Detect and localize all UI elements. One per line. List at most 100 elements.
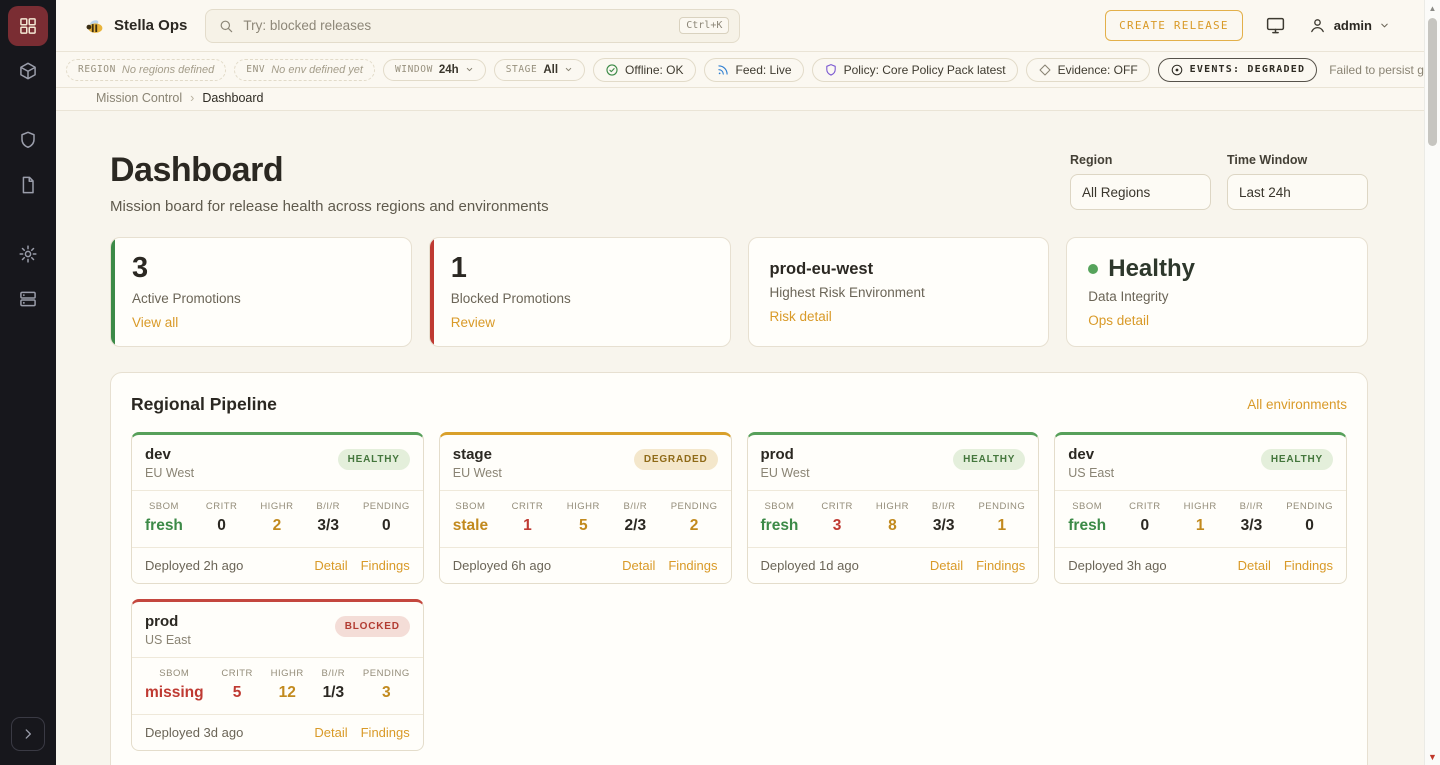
- time-window-select[interactable]: Last 24h: [1227, 174, 1368, 210]
- stat-card-blocked-promotions: 1 Blocked Promotions Review: [429, 237, 731, 347]
- env-metric-critr: CRITR0: [1129, 501, 1161, 535]
- env-findings-link[interactable]: Findings: [361, 558, 410, 573]
- policy-status-text: Policy: Core Policy Pack latest: [844, 63, 1006, 77]
- pipeline-head: Regional Pipeline All environments: [131, 394, 1347, 415]
- region-filter: Region All Regions: [1070, 153, 1211, 210]
- environment-card: dev US East HEALTHY SBOMfreshCRITR0HIGHR…: [1054, 432, 1347, 584]
- env-status-badge: DEGRADED: [634, 449, 718, 470]
- env-findings-link[interactable]: Findings: [1284, 558, 1333, 573]
- env-card-header: stage EU West DEGRADED: [440, 435, 731, 491]
- sidebar-item-settings[interactable]: [8, 234, 48, 274]
- env-metric-highr: HIGHR8: [876, 501, 909, 535]
- env-card-header: dev US East HEALTHY: [1055, 435, 1346, 491]
- env-name: dev: [145, 446, 194, 463]
- review-link[interactable]: Review: [451, 315, 495, 330]
- env-status-badge: HEALTHY: [338, 449, 410, 470]
- brand: Stella Ops: [84, 15, 187, 36]
- env-metric-critr: CRITR5: [221, 668, 253, 702]
- global-search[interactable]: Ctrl+K: [205, 9, 740, 43]
- ops-detail-link[interactable]: Ops detail: [1088, 313, 1149, 328]
- page-title: Dashboard: [110, 153, 549, 189]
- env-deployed: Deployed 3h ago: [1068, 558, 1166, 573]
- page-subtitle: Mission board for release health across …: [110, 198, 549, 215]
- sidebar-expand-button[interactable]: [11, 717, 45, 751]
- env-metric-bir: B/I/R3/3: [1240, 501, 1264, 535]
- env-metric-bir: B/I/R3/3: [932, 501, 956, 535]
- env-metric-bir: B/I/R3/3: [316, 501, 340, 535]
- scroll-up-arrow-icon[interactable]: ▲: [1425, 4, 1440, 13]
- env-metrics: SBOMfreshCRITR3HIGHR8B/I/R3/3PENDING1: [748, 491, 1039, 548]
- env-metrics: SBOMmissingCRITR5HIGHR12B/I/R1/3PENDING3: [132, 658, 423, 715]
- environment-card: dev EU West HEALTHY SBOMfreshCRITR0HIGHR…: [131, 432, 424, 584]
- context-warning-text: Failed to persist global context prefere…: [1329, 63, 1424, 77]
- user-menu[interactable]: admin: [1308, 16, 1390, 35]
- env-name: stage: [453, 446, 502, 463]
- stage-context-dropdown[interactable]: STAGE All: [494, 59, 585, 81]
- env-detail-link[interactable]: Detail: [314, 558, 347, 573]
- env-identity: stage EU West: [453, 446, 502, 480]
- bee-logo-icon: [84, 15, 105, 36]
- stage-pill-value: All: [543, 64, 558, 76]
- env-pill-label: ENV: [246, 64, 265, 75]
- env-card-footer: Deployed 3d ago DetailFindings: [132, 715, 423, 750]
- feed-status-pill: Feed: Live: [704, 58, 804, 82]
- rss-icon: [716, 63, 730, 77]
- env-context-pill[interactable]: ENV No env defined yet: [234, 59, 375, 81]
- window-pill-value: 24h: [439, 64, 459, 76]
- env-region: EU West: [453, 466, 502, 480]
- document-icon: [18, 175, 38, 195]
- env-metric-bir: B/I/R1/3: [322, 668, 346, 702]
- risk-detail-link[interactable]: Risk detail: [770, 309, 832, 324]
- window-context-dropdown[interactable]: WINDOW 24h: [383, 59, 486, 81]
- all-environments-link[interactable]: All environments: [1247, 397, 1347, 412]
- region-select[interactable]: All Regions: [1070, 174, 1211, 210]
- display-button[interactable]: [1265, 15, 1286, 36]
- sidebar-item-releases[interactable]: [8, 51, 48, 91]
- env-findings-link[interactable]: Findings: [976, 558, 1025, 573]
- env-metric-pending: PENDING0: [363, 501, 410, 535]
- environment-card: prod US East BLOCKED SBOMmissingCRITR5HI…: [131, 599, 424, 751]
- stat-label: Active Promotions: [132, 291, 393, 306]
- env-card-header: prod EU West HEALTHY: [748, 435, 1039, 491]
- env-detail-link[interactable]: Detail: [622, 558, 655, 573]
- chevron-down-icon: [465, 65, 474, 74]
- env-detail-link[interactable]: Detail: [1238, 558, 1271, 573]
- policy-status-pill: Policy: Core Policy Pack latest: [812, 58, 1018, 82]
- env-metric-pending: PENDING0: [1286, 501, 1333, 535]
- evidence-status-pill: Evidence: OFF: [1026, 58, 1150, 82]
- env-links: Detail Findings: [622, 558, 717, 573]
- scrollbar-thumb[interactable]: [1428, 18, 1437, 146]
- region-context-pill[interactable]: REGION No regions defined: [66, 59, 226, 81]
- sidebar-item-infrastructure[interactable]: [8, 279, 48, 319]
- env-metric-highr: HIGHR1: [1184, 501, 1217, 535]
- brand-name: Stella Ops: [114, 17, 187, 34]
- env-links: Detail Findings: [1238, 558, 1333, 573]
- env-findings-link[interactable]: Findings: [668, 558, 717, 573]
- stage-pill-label: STAGE: [506, 64, 538, 75]
- page-title-block: Dashboard Mission board for release heal…: [110, 153, 549, 215]
- vertical-scrollbar[interactable]: ▲ ▼: [1424, 0, 1440, 765]
- sidebar-item-security[interactable]: [8, 120, 48, 160]
- time-window-filter-label: Time Window: [1227, 153, 1368, 167]
- pipeline-grid: dev EU West HEALTHY SBOMfreshCRITR0HIGHR…: [131, 432, 1347, 751]
- package-icon: [18, 61, 38, 81]
- sidebar-item-documents[interactable]: [8, 165, 48, 205]
- gear-icon: [18, 244, 38, 264]
- env-links: Detail Findings: [314, 725, 409, 740]
- env-detail-link[interactable]: Detail: [314, 725, 347, 740]
- env-region: EU West: [761, 466, 810, 480]
- stat-card-highest-risk: prod-eu-west Highest Risk Environment Ri…: [748, 237, 1050, 347]
- sidebar-item-dashboard[interactable]: [8, 6, 48, 46]
- search-input[interactable]: [243, 18, 670, 33]
- create-release-button[interactable]: CREATE RELEASE: [1105, 10, 1243, 41]
- view-all-link[interactable]: View all: [132, 315, 178, 330]
- env-status-badge: HEALTHY: [953, 449, 1025, 470]
- env-findings-link[interactable]: Findings: [361, 725, 410, 740]
- breadcrumb-mission-control[interactable]: Mission Control: [96, 91, 182, 105]
- offline-status-pill: Offline: OK: [593, 58, 695, 82]
- scroll-down-arrow-icon[interactable]: ▼: [1425, 752, 1440, 762]
- evidence-status-text: Evidence: OFF: [1058, 63, 1138, 77]
- env-metrics: SBOMfreshCRITR0HIGHR1B/I/R3/3PENDING0: [1055, 491, 1346, 548]
- env-detail-link[interactable]: Detail: [930, 558, 963, 573]
- header-actions: CREATE RELEASE admin: [1105, 10, 1390, 41]
